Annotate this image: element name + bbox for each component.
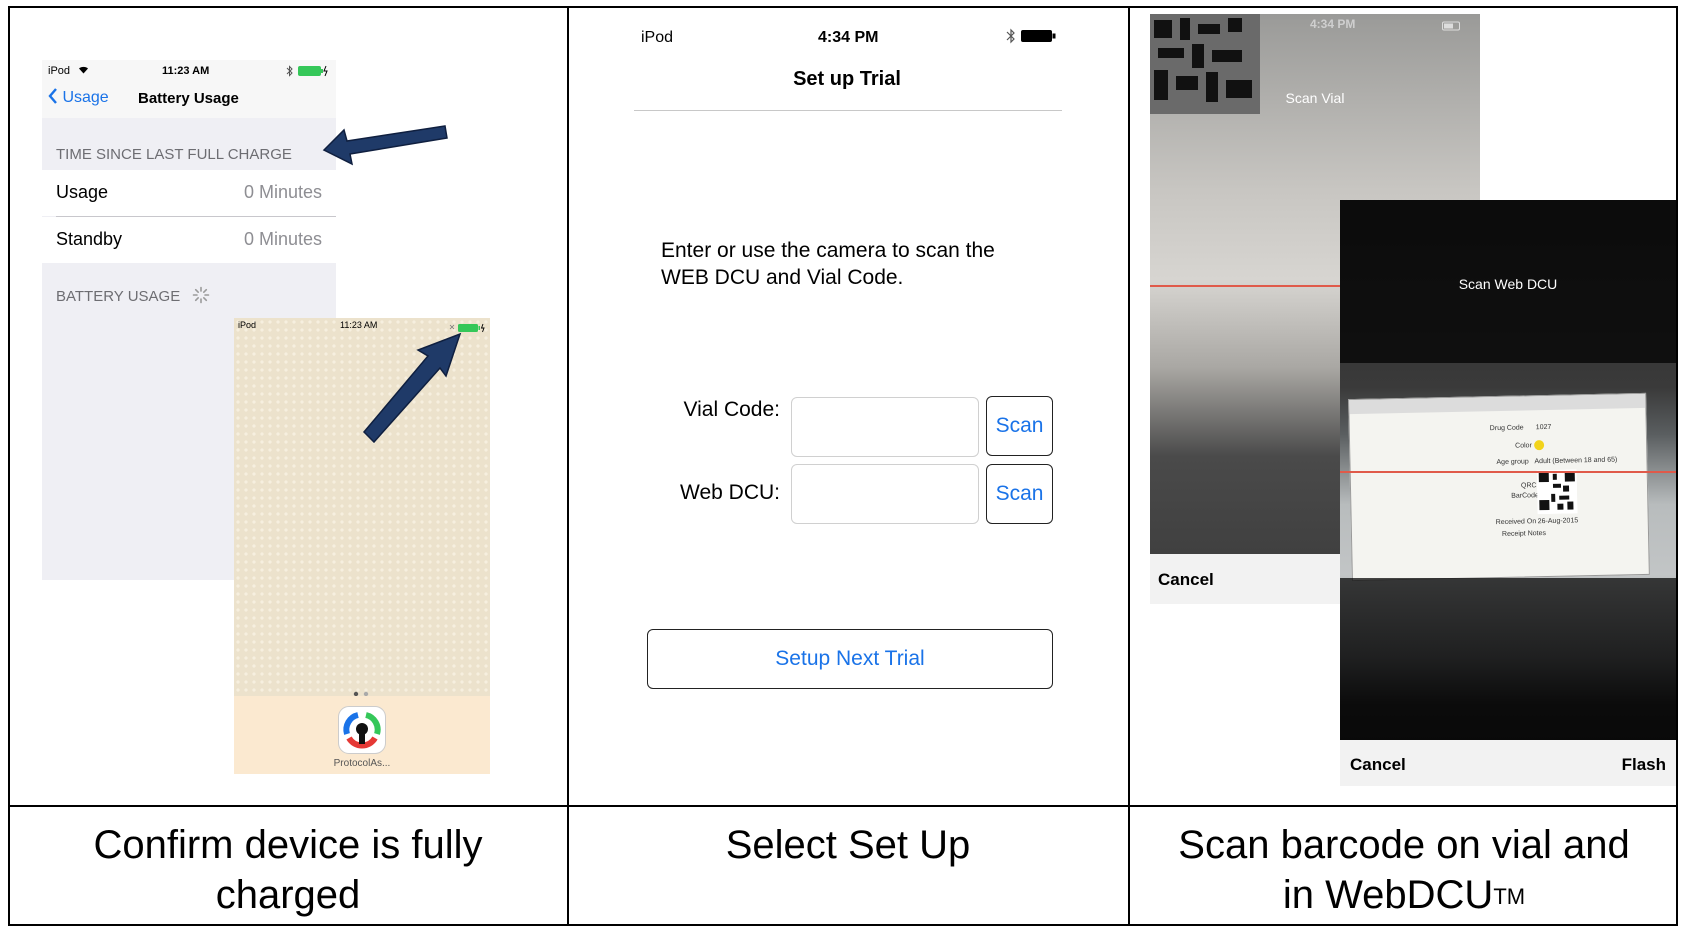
standby-value: 0 Minutes [243, 229, 322, 249]
caption-confirm-charged: Confirm device is fully charged [10, 820, 566, 920]
section-header-full-charge: TIME SINCE LAST FULL CHARGE [56, 146, 292, 163]
color-label: Color [1515, 442, 1532, 450]
scan-web-dcu-button[interactable]: Scan [986, 464, 1053, 524]
caption-line: Confirm device is fully [93, 823, 483, 867]
scan-line [1340, 471, 1676, 473]
protocol-app-icon[interactable] [338, 706, 386, 754]
home-status-carrier: iPod [238, 320, 257, 330]
age-group-label: Age group [1496, 458, 1529, 467]
app-label: ProtocolAs... [333, 758, 391, 769]
chevron-left-icon [48, 88, 57, 104]
drug-code-label: Drug Code [1489, 424, 1524, 433]
arrow-pointing-up-right-icon [362, 332, 462, 444]
received-value: 26-Aug-2015 [1537, 517, 1579, 526]
battery-icon [1442, 18, 1464, 36]
web-dcu-label: Web DCU: [680, 481, 780, 504]
cancel-button[interactable]: Cancel [1350, 755, 1406, 775]
page-title: Battery Usage [138, 90, 239, 107]
setup-next-trial-button[interactable]: Setup Next Trial [647, 629, 1053, 689]
vial-code-input[interactable] [791, 397, 979, 457]
dock: ProtocolAs... [234, 696, 490, 774]
wifi-icon [78, 65, 89, 77]
qr-label: QRC [1520, 482, 1537, 490]
receipt-notes-label: Receipt Notes [1501, 530, 1547, 538]
page-title: Set up Trial [793, 68, 901, 90]
section-header-battery-usage: BATTERY USAGE [56, 286, 210, 305]
status-time: 4:34 PM [1310, 17, 1356, 31]
caption-line: charged [215, 873, 361, 917]
qr-code-icon [1536, 469, 1578, 515]
drug-code-value: 1027 [1535, 423, 1552, 432]
battery-full-icon [298, 64, 330, 82]
standby-row: Standby 0 Minutes [42, 217, 336, 263]
bottom-overlay [1340, 578, 1676, 740]
trademark: TM [1493, 884, 1526, 909]
web-dcu-input[interactable] [791, 464, 979, 524]
age-group-value: Adult (Between 18 and 65) [1534, 456, 1618, 466]
app-logo-icon [343, 712, 381, 749]
scan-vial-button[interactable]: Scan [986, 396, 1053, 456]
status-time: 4:34 PM [818, 29, 879, 46]
battery-icon [1020, 28, 1058, 49]
arrow-pointing-left-icon [322, 125, 448, 166]
color-swatch [1534, 440, 1545, 451]
standby-label: Standby [56, 229, 123, 249]
usage-label: Usage [56, 182, 109, 202]
bluetooth-icon [286, 64, 294, 82]
title-divider [634, 110, 1062, 111]
cancel-button[interactable]: Cancel [1158, 570, 1214, 590]
battery-usage-header: BATTERY USAGE [56, 288, 181, 305]
barcode-label: BarCode [1511, 492, 1539, 500]
instruction-line: Enter or use the camera to scan the [661, 239, 995, 262]
usage-row: Usage 0 Minutes [42, 170, 336, 216]
webdcu-form-screen: Drug Code 1027 Color Age group Adult (Be… [1348, 392, 1650, 582]
vial-code-label: Vial Code: [683, 398, 780, 421]
loading-spinner-icon [193, 286, 210, 304]
scan-web-dcu-camera-view: Scan Web DCU Drug Code 1027 Color Age gr… [1340, 200, 1676, 786]
status-time: 11:23 AM [162, 65, 210, 77]
caption-text: in WebDCU [1282, 873, 1494, 917]
usage-value: 0 Minutes [243, 182, 322, 202]
navigation-bar: iPod 11:23 AM Usage Battery Usage [42, 60, 336, 118]
column-divider-1 [567, 6, 569, 926]
status-carrier: iPod [48, 65, 71, 77]
instruction-text: Enter or use the camera to scan the WEB … [661, 237, 1061, 291]
caption-scan-barcode: Scan barcode on vial and in WebDCUTM [1131, 820, 1677, 920]
bluetooth-icon [1006, 28, 1016, 49]
column-divider-2 [1128, 6, 1130, 926]
scan-vial-title: Scan Vial [1285, 90, 1345, 106]
back-button-label: Usage [62, 89, 109, 106]
instruction-line: WEB DCU and Vial Code. [661, 266, 904, 289]
scan-web-dcu-title: Scan Web DCU [1458, 276, 1558, 292]
caption-line: Scan barcode on vial and [1178, 823, 1630, 867]
received-label: Received On [1495, 518, 1537, 527]
flash-button[interactable]: Flash [1622, 755, 1666, 775]
caption-select-setup: Select Set Up [725, 823, 971, 867]
back-button[interactable]: Usage [48, 88, 109, 107]
status-carrier: iPod [641, 29, 674, 46]
caption-line: in WebDCUTM [1131, 870, 1677, 920]
caption-divider [8, 805, 1678, 807]
window-titlebar [1349, 393, 1646, 415]
